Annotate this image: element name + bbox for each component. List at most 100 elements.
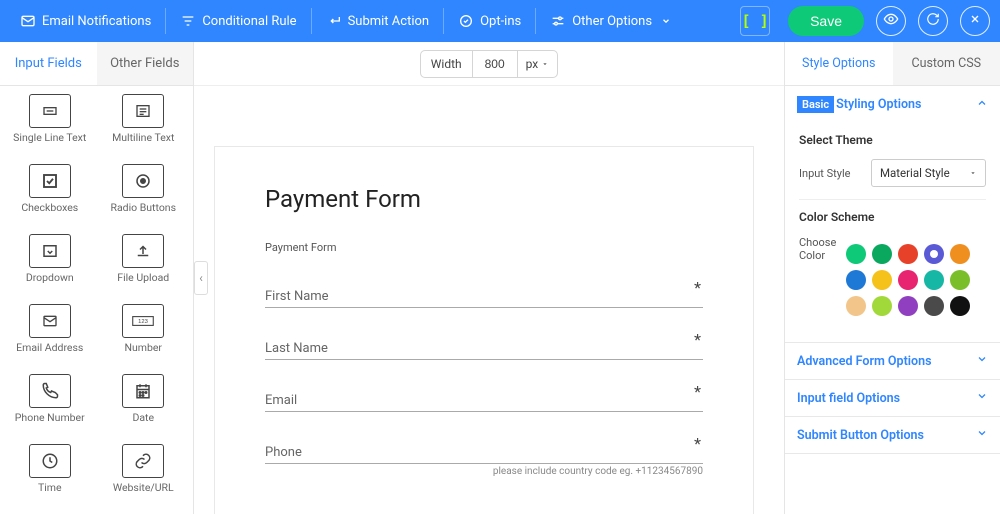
form-canvas[interactable]: Payment Form Payment Form First Name*Las… [214, 146, 754, 514]
field-label: Email [265, 393, 297, 408]
optins-button[interactable]: Opt-ins [448, 0, 531, 42]
field-email-address[interactable]: Email Address [6, 304, 94, 366]
choose-color-label: Choose Color [799, 236, 836, 262]
field-multiline-text[interactable]: Multiline Text [100, 94, 188, 156]
tab-custom-css[interactable]: Custom CSS [893, 42, 1000, 85]
enter-icon [326, 13, 342, 29]
field-checkboxes[interactable]: Checkboxes [6, 164, 94, 226]
accordion-advanced-form[interactable]: Advanced Form Options [785, 343, 1000, 379]
field-label: Email Address [16, 342, 83, 355]
other-options-button[interactable]: Other Options [540, 0, 684, 42]
chevron-down-icon [976, 390, 988, 406]
accordion-basic-styling[interactable]: BasicStyling Options [785, 86, 1000, 123]
color-swatch[interactable] [924, 244, 944, 264]
checkboxes-icon [29, 164, 71, 198]
form-description[interactable]: Payment Form [265, 241, 703, 254]
form-title[interactable]: Payment Form [265, 185, 703, 213]
chevron-down-icon [976, 353, 988, 369]
submit-action-label: Submit Action [348, 14, 430, 29]
field-hint: please include country code eg. +1123456… [265, 466, 703, 477]
field-label: Phone [265, 445, 302, 460]
field-date[interactable]: Date [100, 374, 188, 436]
field-label: Number [124, 342, 162, 355]
field-label: File Upload [117, 272, 169, 285]
file-upload-icon [122, 234, 164, 268]
form-canvas-area: ‹ Width px Payment Form Payment Form Fir… [194, 42, 784, 514]
color-swatch[interactable] [846, 270, 866, 290]
filter-icon [180, 13, 196, 29]
save-button[interactable]: Save [788, 6, 864, 36]
color-swatch[interactable] [872, 296, 892, 316]
shortcode-button[interactable]: [ ] [740, 6, 770, 36]
width-control: Width px [420, 50, 558, 78]
optin-icon [458, 13, 474, 29]
other-options-label: Other Options [572, 14, 652, 29]
right-panel: Style Options Custom CSS BasicStyling Op… [784, 42, 1000, 514]
width-input[interactable] [472, 51, 518, 77]
color-swatches [846, 244, 986, 316]
color-swatch[interactable] [950, 270, 970, 290]
tab-input-fields[interactable]: Input Fields [0, 42, 97, 85]
single-line-text-icon [29, 94, 71, 128]
width-unit-select[interactable]: px [518, 57, 558, 71]
form-field-3[interactable]: Phone*please include country code eg. +1… [265, 438, 703, 477]
input-style-select[interactable]: Material Style [871, 159, 986, 187]
field-time[interactable]: Time [6, 444, 94, 506]
color-swatch[interactable] [846, 244, 866, 264]
color-swatch[interactable] [950, 244, 970, 264]
field-website-url[interactable]: Website/URL [100, 444, 188, 506]
color-swatch[interactable] [924, 270, 944, 290]
field-label: First Name [265, 289, 329, 304]
color-swatch[interactable] [846, 296, 866, 316]
select-theme-heading: Select Theme [799, 133, 986, 147]
chevron-down-icon [976, 427, 988, 443]
sliders-icon [550, 13, 566, 29]
email-notifications-button[interactable]: Email Notifications [10, 0, 161, 42]
dropdown-icon [29, 234, 71, 268]
color-swatch[interactable] [950, 296, 970, 316]
field-label: Phone Number [15, 412, 85, 425]
reload-button[interactable] [918, 6, 948, 36]
chevron-up-icon [976, 97, 988, 113]
form-field-1[interactable]: Last Name* [265, 334, 703, 360]
required-asterisk: * [694, 382, 701, 401]
color-swatch[interactable] [872, 244, 892, 264]
required-asterisk: * [694, 278, 701, 297]
color-swatch[interactable] [898, 244, 918, 264]
field-dropdown[interactable]: Dropdown [6, 234, 94, 296]
color-swatch[interactable] [872, 270, 892, 290]
chevron-down-icon [658, 13, 674, 29]
form-field-2[interactable]: Email* [265, 386, 703, 412]
field-phone-number[interactable]: Phone Number [6, 374, 94, 436]
width-label: Width [421, 57, 472, 71]
submit-action-button[interactable]: Submit Action [316, 0, 440, 42]
conditional-rule-button[interactable]: Conditional Rule [170, 0, 306, 42]
field-single-line-text[interactable]: Single Line Text [6, 94, 94, 156]
top-toolbar: Email Notifications Conditional Rule Sub… [0, 0, 1000, 42]
preview-button[interactable] [876, 6, 906, 36]
field-file-upload[interactable]: File Upload [100, 234, 188, 296]
field-radio-buttons[interactable]: Radio Buttons [100, 164, 188, 226]
phone-number-icon [29, 374, 71, 408]
email-address-icon [29, 304, 71, 338]
input-style-label: Input Style [799, 167, 861, 180]
color-swatch[interactable] [924, 296, 944, 316]
field-label: Radio Buttons [110, 202, 176, 215]
field-number[interactable]: 123Number [100, 304, 188, 366]
form-field-0[interactable]: First Name* [265, 282, 703, 308]
accordion-input-field[interactable]: Input field Options [785, 380, 1000, 416]
field-label: Date [132, 412, 154, 425]
field-label: Dropdown [26, 272, 74, 285]
color-swatch[interactable] [898, 270, 918, 290]
optins-label: Opt-ins [480, 14, 521, 29]
multiline-text-icon [122, 94, 164, 128]
close-button[interactable] [960, 6, 990, 36]
accordion-submit-button[interactable]: Submit Button Options [785, 417, 1000, 453]
tab-other-fields[interactable]: Other Fields [97, 42, 194, 85]
field-palette: Single Line TextMultiline TextCheckboxes… [0, 86, 193, 514]
close-icon [969, 13, 981, 29]
required-asterisk: * [694, 330, 701, 349]
field-label: Last Name [265, 341, 328, 356]
tab-style-options[interactable]: Style Options [785, 42, 893, 85]
color-swatch[interactable] [898, 296, 918, 316]
